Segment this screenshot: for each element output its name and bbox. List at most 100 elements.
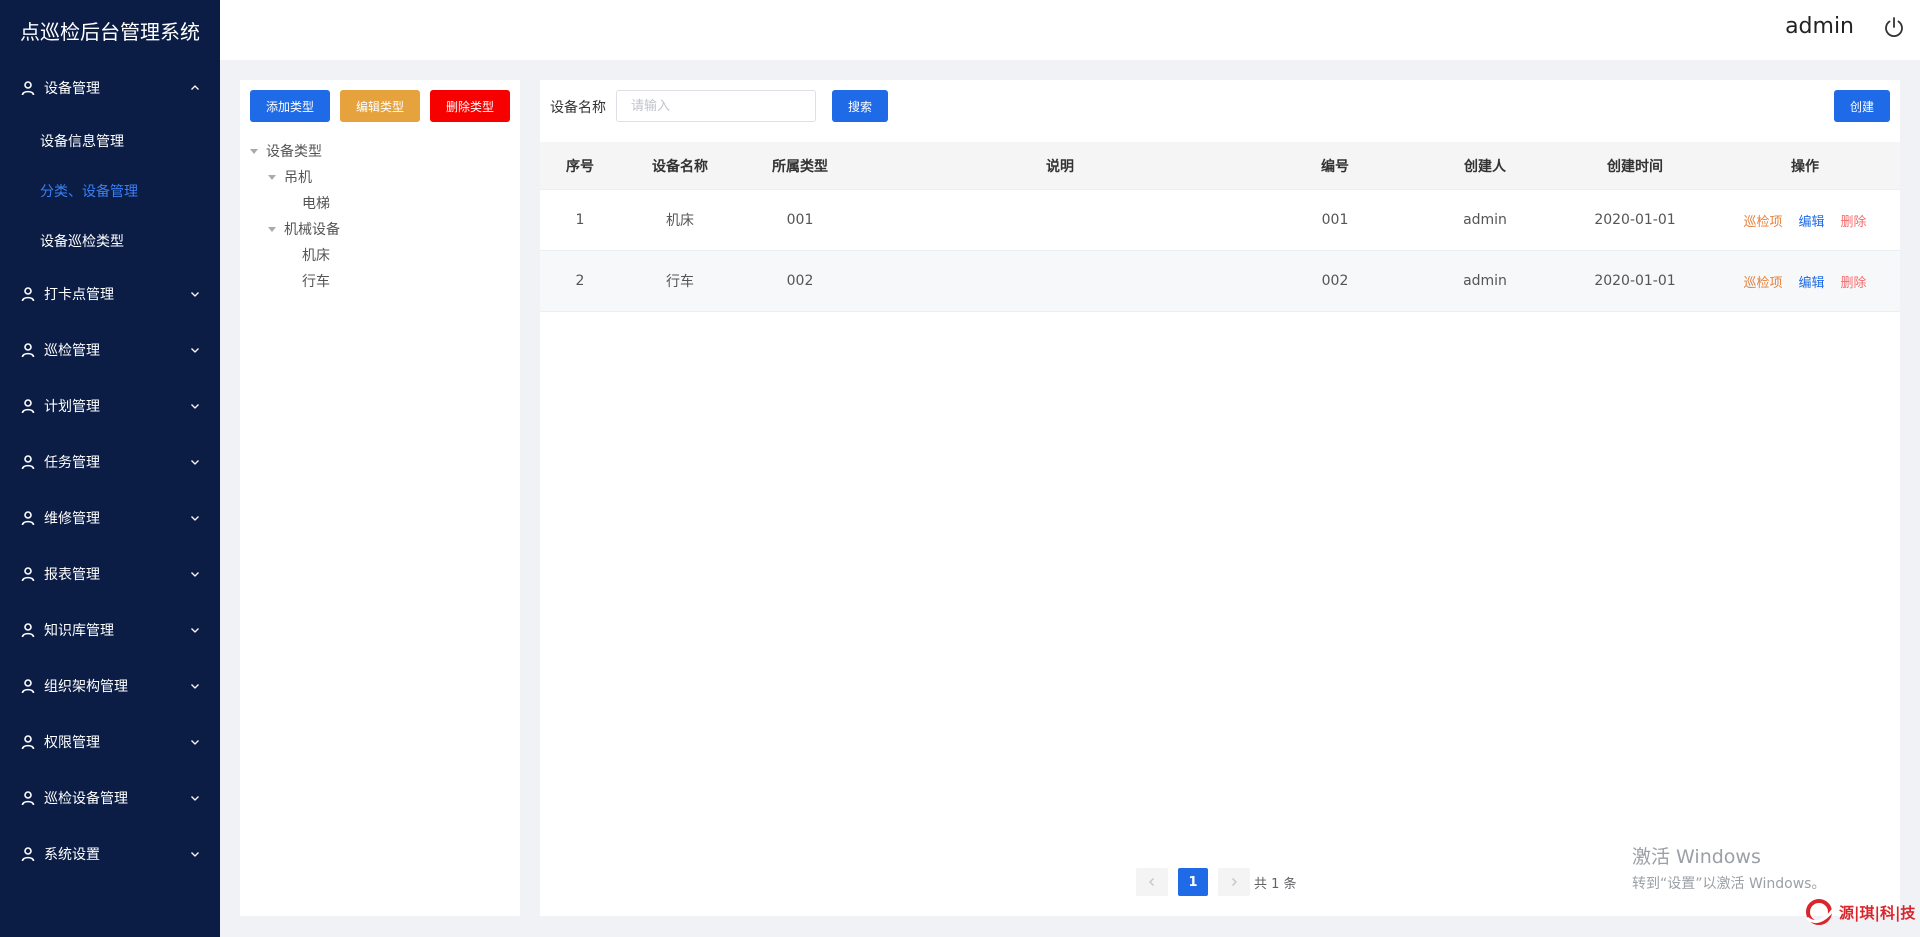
- sidebar-item[interactable]: 设备巡检类型: [0, 216, 220, 266]
- app-title: 点巡检后台管理系统: [20, 19, 200, 44]
- tree-node[interactable]: 行车: [250, 268, 340, 294]
- category-tree: 设备类型吊机电梯机械设备机床行车: [250, 138, 340, 294]
- table-cell-creator: admin: [1463, 273, 1507, 289]
- tree-node[interactable]: 机床: [250, 242, 340, 268]
- sidebar-group-label: 设备管理: [44, 81, 100, 97]
- prev-page-button[interactable]: [1136, 868, 1168, 896]
- sidebar-group-header[interactable]: 权限管理: [0, 714, 220, 770]
- user-icon: [21, 455, 35, 470]
- caret-down-icon[interactable]: [250, 148, 258, 154]
- column-header: 编号: [1321, 158, 1349, 175]
- search-label: 设备名称: [550, 100, 606, 116]
- user-icon: [21, 735, 35, 750]
- sidebar-group: 组织架构管理: [0, 658, 220, 714]
- tree-node[interactable]: 机械设备: [250, 216, 340, 242]
- tree-node-label: 行车: [302, 274, 330, 290]
- sidebar-group-header[interactable]: 知识库管理: [0, 602, 220, 658]
- sidebar-group-label: 组织架构管理: [44, 679, 128, 695]
- table-cell-name: 机床: [666, 213, 694, 229]
- caret-down-icon[interactable]: [268, 226, 276, 232]
- create-button[interactable]: 创建: [1834, 90, 1890, 122]
- page-number[interactable]: 1: [1178, 868, 1208, 896]
- user-icon: [21, 287, 35, 302]
- edit-link[interactable]: 编辑: [1798, 215, 1824, 230]
- chevron-up-icon: [191, 85, 199, 90]
- chevron-down-icon: [191, 460, 199, 465]
- delete-link[interactable]: 删除: [1841, 276, 1867, 291]
- top-header: admin: [220, 0, 1920, 60]
- tree-node-label: 机械设备: [284, 222, 340, 238]
- sidebar-group-label: 巡检设备管理: [44, 791, 128, 807]
- pagination: 1 共 1 条: [1136, 868, 1297, 896]
- delete-type-button[interactable]: 删除类型: [430, 90, 510, 122]
- logo-text: 源|琪|科|技: [1839, 903, 1916, 922]
- sidebar-group: 巡检设备管理: [0, 770, 220, 826]
- edit-type-button[interactable]: 编辑类型: [340, 90, 420, 122]
- chevron-down-icon: [191, 404, 199, 409]
- chevron-down-icon: [191, 292, 199, 297]
- watermark-title: 激活 Windows: [1632, 846, 1761, 868]
- sidebar-group: 打卡点管理: [0, 266, 220, 322]
- search-button[interactable]: 搜索: [832, 90, 888, 122]
- sidebar-group-header[interactable]: 巡检设备管理: [0, 770, 220, 826]
- tree-node[interactable]: 电梯: [250, 190, 340, 216]
- table-cell-actions: 巡检项 编辑 删除: [1710, 272, 1900, 291]
- sidebar: 点巡检后台管理系统 设备管理 设备信息管理 分类、设备管理 设备巡检类型 打卡点管理 巡检…: [0, 0, 220, 937]
- table-cell-type: 001: [786, 212, 814, 228]
- column-header: 创建时间: [1607, 158, 1663, 175]
- tree-node[interactable]: 设备类型: [250, 138, 340, 164]
- inspect-items-link[interactable]: 巡检项: [1743, 276, 1782, 291]
- table-row: 1 机床 001 001 admin 2020-01-01 巡检项 编辑 删除: [540, 190, 1900, 251]
- caret-down-icon[interactable]: [268, 174, 276, 180]
- device-name-input[interactable]: [616, 90, 816, 122]
- chevron-down-icon: [191, 796, 199, 801]
- logo-mark-icon: [1806, 899, 1835, 925]
- sidebar-group-label: 知识库管理: [44, 623, 114, 639]
- add-type-button[interactable]: 添加类型: [250, 90, 330, 122]
- sidebar-group-label: 计划管理: [44, 399, 100, 415]
- user-icon: [21, 791, 35, 806]
- tree-node-label: 吊机: [284, 170, 312, 186]
- delete-link[interactable]: 删除: [1841, 215, 1867, 230]
- table-cell-type: 002: [786, 273, 814, 289]
- user-icon: [21, 623, 35, 638]
- sidebar-group-label: 任务管理: [44, 455, 100, 471]
- sidebar-group-header[interactable]: 系统设置: [0, 826, 220, 882]
- sidebar-group: 权限管理: [0, 714, 220, 770]
- column-header: 操作: [1791, 158, 1819, 175]
- sidebar-group-label: 维修管理: [44, 511, 100, 527]
- sidebar-group-header[interactable]: 设备管理: [0, 60, 220, 116]
- sidebar-item[interactable]: 分类、设备管理: [0, 166, 220, 216]
- tree-node-label: 设备类型: [266, 144, 322, 160]
- column-header: 所属类型: [772, 158, 828, 175]
- chevron-left-icon: [1149, 878, 1154, 886]
- sidebar-group-header[interactable]: 维修管理: [0, 490, 220, 546]
- device-panel: 设备名称 搜索 创建 序号设备名称所属类型说明编号创建人创建时间操作 1机床00…: [540, 80, 1900, 916]
- total-count: 共 1 条: [1254, 876, 1297, 892]
- sidebar-group-header[interactable]: 组织架构管理: [0, 658, 220, 714]
- sidebar-group-header[interactable]: 报表管理: [0, 546, 220, 602]
- sidebar-group-header[interactable]: 巡检管理: [0, 322, 220, 378]
- edit-link[interactable]: 编辑: [1798, 276, 1824, 291]
- sidebar-group: 任务管理: [0, 434, 220, 490]
- sidebar-group-header[interactable]: 任务管理: [0, 434, 220, 490]
- username[interactable]: admin: [1785, 14, 1854, 39]
- windows-watermark: 激活 Windows 转到“设置”以激活 Windows。: [1632, 842, 1825, 893]
- sidebar-group: 报表管理: [0, 546, 220, 602]
- table-cell-index: 1: [575, 212, 585, 228]
- user-icon: [21, 567, 35, 582]
- sidebar-group: 计划管理: [0, 378, 220, 434]
- tree-node[interactable]: 吊机: [250, 164, 340, 190]
- sidebar-group-header[interactable]: 计划管理: [0, 378, 220, 434]
- power-icon[interactable]: [1882, 16, 1906, 40]
- sidebar-menu: 设备管理设备信息管理 分类、设备管理 设备巡检类型 打卡点管理 巡检管理计划管理任务管理…: [0, 60, 220, 882]
- user-icon: [21, 511, 35, 526]
- next-page-button[interactable]: [1218, 868, 1250, 896]
- sidebar-item[interactable]: 设备信息管理: [0, 116, 220, 166]
- sidebar-group: 知识库管理: [0, 602, 220, 658]
- sidebar-group-header[interactable]: 打卡点管理: [0, 266, 220, 322]
- table-cell-code: 002: [1321, 273, 1349, 289]
- inspect-items-link[interactable]: 巡检项: [1743, 215, 1782, 230]
- table-header: 序号 设备名称 所属类型 说明 编号 创建人 创建时间 操作: [540, 142, 1900, 190]
- column-header: 序号: [566, 158, 594, 175]
